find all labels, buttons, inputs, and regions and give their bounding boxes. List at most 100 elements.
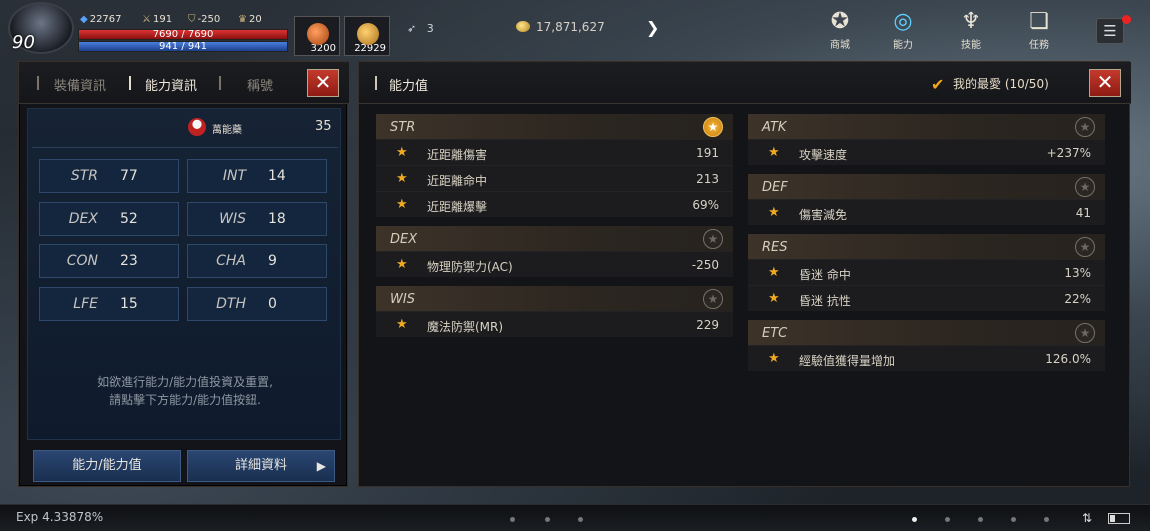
group-def: DEF ★ ★ 傷害減免 41 (748, 174, 1105, 225)
exp-display: Exp 4.33878% (16, 510, 104, 524)
character-info-panel: 裝備資訊 能力資訊 稱號 ✕ 萬能藥 35 STR 77 INT 14 DEX 52 … (18, 61, 349, 487)
stat-cha: CHA 9 (187, 244, 327, 278)
stat-row[interactable]: ★ 傷害減免 41 (748, 199, 1105, 225)
top-hud: 90 ◆ 22767 ⚔ 191 ⛉ -250 ♛ 20 7690 / 7690 941… (0, 0, 1150, 58)
trophy-stat: ♛ 20 (238, 14, 262, 25)
close-right-panel-button[interactable]: ✕ (1089, 69, 1121, 97)
stat-row[interactable]: ★ 經驗值獲得量增加 126.0% (748, 345, 1105, 371)
star-icon: ★ (396, 317, 408, 332)
favorites-toggle[interactable]: ✔ 我的最愛 (10/50) (931, 75, 1049, 94)
star-icon: ★ (768, 265, 780, 280)
close-left-panel-button[interactable]: ✕ (307, 69, 339, 97)
page-dot (578, 517, 583, 522)
star-icon: ★ (396, 197, 408, 212)
page-dot (510, 517, 515, 522)
quest-icon: ❏ (1029, 9, 1049, 34)
favorite-star-icon[interactable]: ★ (1075, 177, 1095, 197)
stat-row[interactable]: ★ 近距離傷害 191 (376, 139, 733, 165)
scroll-icon (357, 23, 379, 45)
group-wis: WIS ★ ★ 魔法防禦(MR) 229 (376, 286, 733, 337)
page-dot (945, 517, 950, 522)
page-dot-active (912, 517, 917, 522)
helmet-icon: ⛉ (188, 14, 196, 25)
close-icon: ✕ (314, 70, 332, 94)
stat-wis: WIS 18 (187, 202, 327, 236)
stat-lfe: LFE 15 (39, 287, 179, 321)
group-etc: ETC ★ ★ 經驗值獲得量增加 126.0% (748, 320, 1105, 371)
shop-button[interactable]: ✪ 商城 (815, 8, 865, 54)
shield-icon: ◆ (80, 14, 88, 25)
star-icon: ★ (396, 257, 408, 272)
panel-title: 能力值 (389, 79, 429, 94)
expand-arrow-icon[interactable]: ❯ (646, 18, 659, 37)
sword-icon: ⚔ (142, 14, 151, 25)
star-icon: ★ (396, 171, 408, 186)
mp-bar: 941 / 941 (78, 41, 288, 52)
combat-power: ◆ 22767 (80, 14, 122, 25)
ability-button[interactable]: ◎ 能力 (878, 8, 928, 54)
signal-icon: ⇅ (1082, 511, 1093, 525)
page-dot (1044, 517, 1049, 522)
checkmark-icon: ✔ (931, 75, 945, 94)
hamburger-icon: ☰ (1103, 22, 1117, 40)
potion-icon (307, 23, 329, 45)
feather-icon: ➶ (407, 22, 417, 35)
favorite-star-icon[interactable]: ★ (703, 229, 723, 249)
stat-dex: DEX 52 (39, 202, 179, 236)
star-icon: ★ (768, 351, 780, 366)
feather-counter: ➶ 3 (407, 22, 434, 35)
hp-bar: 7690 / 7690 (78, 29, 288, 40)
detail-button[interactable]: 詳細資料 ▶ (187, 450, 335, 482)
page-dot (545, 517, 550, 522)
favorite-star-icon[interactable]: ★ (703, 289, 723, 309)
favorite-star-icon[interactable]: ★ (703, 117, 723, 137)
tab-ability-info[interactable]: 能力資訊 (145, 75, 197, 94)
close-icon: ✕ (1096, 70, 1114, 94)
page-dot (1011, 517, 1016, 522)
divider (32, 147, 338, 148)
info-tabs: 裝備資訊 能力資訊 稱號 ✕ (19, 62, 349, 104)
tab-titles[interactable]: 稱號 (247, 75, 273, 94)
stat-row[interactable]: ★ 昏迷 命中 13% (748, 259, 1105, 285)
stat-row[interactable]: ★ 物理防禦力(AC) -250 (376, 251, 733, 277)
stat-row[interactable]: ★ 攻擊速度 +237% (748, 139, 1105, 165)
shop-icon: ✪ (830, 9, 850, 34)
star-icon: ★ (768, 291, 780, 306)
favorite-star-icon[interactable]: ★ (1075, 117, 1095, 137)
ability-value: 35 (315, 119, 332, 134)
quest-button[interactable]: ❏ 任務 (1014, 8, 1064, 54)
tab-separator (129, 76, 131, 90)
stat-row[interactable]: ★ 魔法防禦(MR) 229 (376, 311, 733, 337)
stat-values-panel: 能力值 ✔ 我的最愛 (10/50) ✕ STR ★ ★ 近距離傷害 191 ★ 近… (358, 61, 1131, 487)
ability-stat-button[interactable]: 能力/能力值 (33, 450, 181, 482)
reset-hint: 如欲進行能力/能力值投資及重置, 請點擊下方能力/能力值按鈕. (97, 375, 273, 407)
stat-con: CON 23 (39, 244, 179, 278)
stat-int: INT 14 (187, 159, 327, 193)
stats-body: 萬能藥 35 STR 77 INT 14 DEX 52 WIS 18 CON 23 CHA… (27, 108, 341, 440)
potion-slot[interactable]: 3200 (294, 16, 340, 56)
stat-row[interactable]: ★ 昏迷 抗性 22% (748, 285, 1105, 311)
star-icon: ★ (768, 145, 780, 160)
favorite-star-icon[interactable]: ★ (1075, 323, 1095, 343)
stat-str: STR 77 (39, 159, 179, 193)
favorite-star-icon[interactable]: ★ (1075, 237, 1095, 257)
stat-row[interactable]: ★ 近距離爆擊 69% (376, 191, 733, 217)
skill-button[interactable]: ♆ 技能 (946, 8, 996, 54)
trophy-icon: ♛ (238, 14, 247, 25)
tab-equipment[interactable]: 裝備資訊 (54, 75, 106, 94)
group-atk: ATK ★ ★ 攻擊速度 +237% (748, 114, 1105, 165)
character-level: 90 (12, 32, 35, 53)
tab-separator (219, 76, 221, 90)
scroll-slot[interactable]: 22929 (344, 16, 390, 56)
stat-row[interactable]: ★ 近距離命中 213 (376, 165, 733, 191)
elixir-icon (188, 118, 206, 136)
coin-icon (516, 21, 530, 32)
defense-stat: ⛉ -250 (188, 14, 221, 25)
star-icon: ★ (396, 145, 408, 160)
star-icon: ★ (768, 205, 780, 220)
main-menu-button[interactable]: ☰ (1096, 18, 1124, 44)
battery-icon (1108, 513, 1130, 524)
group-dex: DEX ★ ★ 物理防禦力(AC) -250 (376, 226, 733, 277)
ability-icon: ◎ (893, 9, 913, 34)
ability-summary: 萬能藥 35 (28, 115, 342, 139)
